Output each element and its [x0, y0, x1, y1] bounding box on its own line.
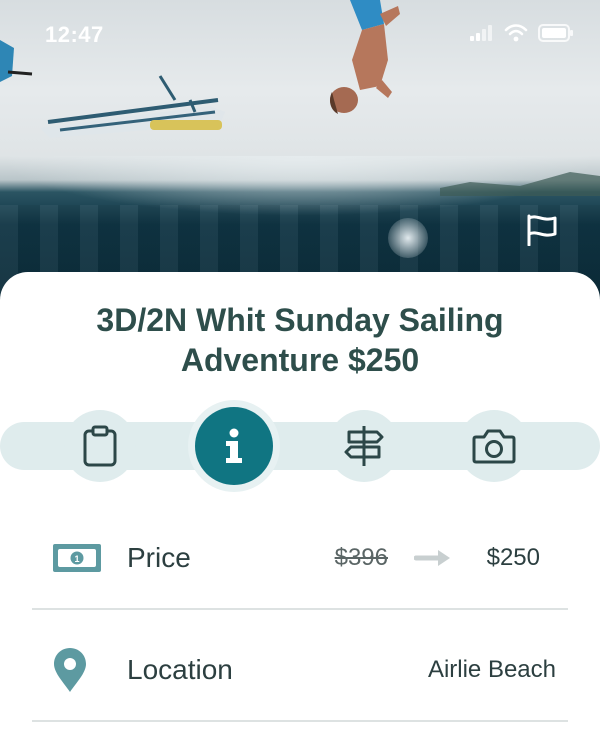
wifi-icon: [504, 24, 528, 42]
divider: [32, 608, 568, 610]
location-pin-icon: [54, 648, 86, 692]
camera-icon: [472, 429, 516, 464]
signpost-icon: [344, 426, 384, 466]
tab-info-inner: [195, 407, 273, 485]
banknote-icon: 1: [53, 544, 101, 572]
price-row: 1 Price $396 $250: [32, 503, 568, 613]
tab-photos[interactable]: [458, 410, 530, 482]
price-label: Price: [127, 542, 191, 573]
tab-itinerary[interactable]: [64, 410, 136, 482]
arrow-right-icon: [414, 550, 450, 566]
svg-text:1: 1: [74, 554, 79, 564]
status-bar: 12:47: [0, 0, 600, 70]
status-icons: [470, 24, 574, 42]
flag-button[interactable]: [522, 210, 562, 250]
location-row: Location Airlie Beach: [32, 615, 568, 725]
battery-icon: [538, 24, 573, 42]
location-label: Location: [127, 654, 233, 685]
title-line-1: 3D/2N Whit Sunday Sailing: [96, 302, 504, 338]
clipboard-icon: [83, 425, 117, 467]
tab-info[interactable]: [188, 400, 280, 492]
divider: [32, 720, 568, 722]
location-icon-wrap: [52, 615, 88, 725]
price-old-value: $396: [334, 544, 388, 571]
status-time: 12:47: [45, 22, 104, 47]
price-new-value: $250: [486, 544, 540, 571]
title-line-2: Adventure $250: [180, 342, 420, 378]
info-icon: [226, 428, 242, 463]
flag-icon: [527, 214, 557, 246]
signal-icon: [470, 25, 492, 41]
price-icon-wrap: 1: [52, 503, 102, 613]
tab-directions[interactable]: [328, 410, 400, 482]
location-value: Airlie Beach: [427, 656, 556, 683]
page-title: 3D/2N Whit Sunday Sailing Adventure $250: [40, 300, 560, 380]
